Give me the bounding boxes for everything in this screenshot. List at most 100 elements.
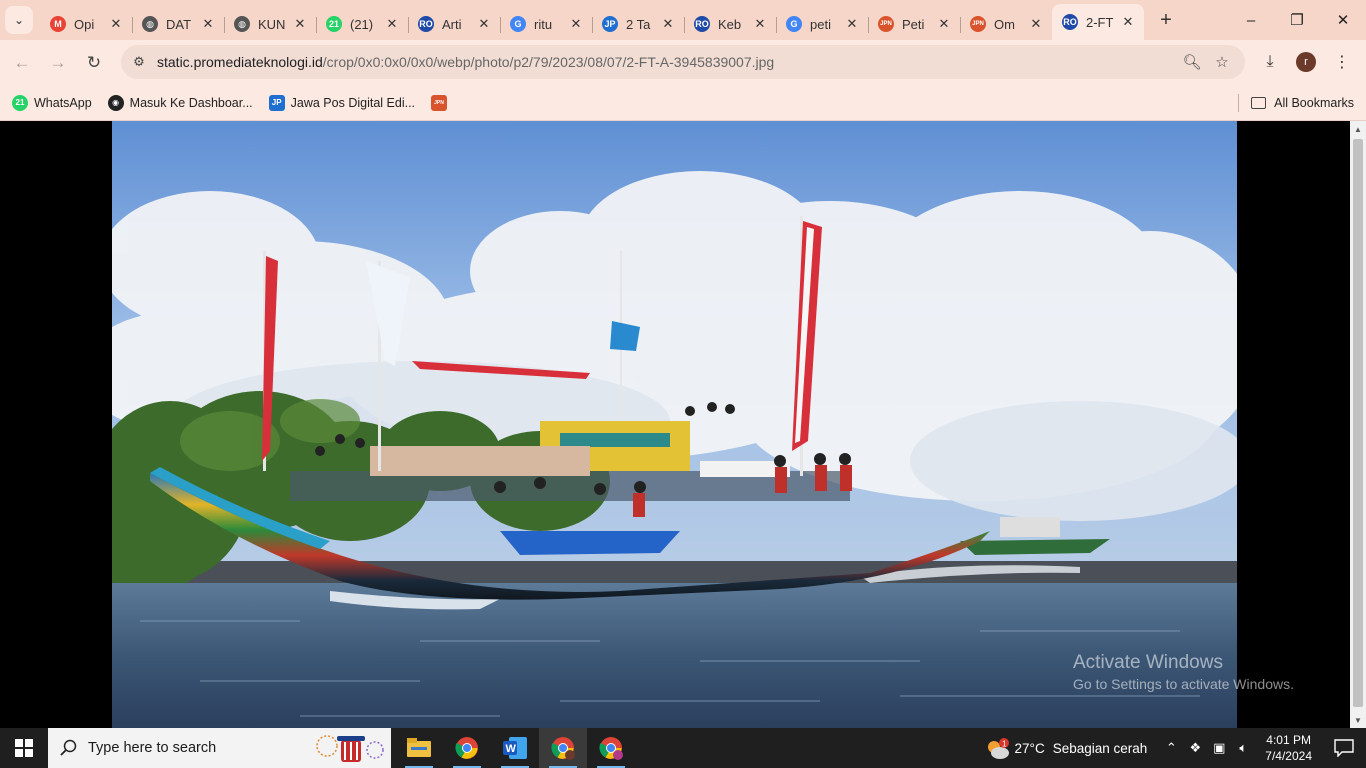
- tab-2[interactable]: ◍ KUN ✕: [224, 8, 316, 40]
- chrome-profile-button[interactable]: [539, 728, 587, 768]
- zoom-icon[interactable]: 🔍︎: [1177, 48, 1207, 76]
- all-bookmarks-label: All Bookmarks: [1274, 95, 1354, 110]
- tab-close-icon[interactable]: ✕: [936, 16, 952, 32]
- bookmark-item[interactable]: 21 WhatsApp: [4, 89, 100, 117]
- windows-taskbar: Type here to search W 1 27°C Sebagian ce…: [0, 728, 1366, 768]
- tab-3[interactable]: 21 (21) ✕: [316, 8, 408, 40]
- security-icon[interactable]: ❖: [1183, 728, 1207, 768]
- minimize-button[interactable]: –: [1228, 0, 1274, 40]
- tab-title: Om: [994, 16, 1015, 32]
- chevron-down-icon: ⌄: [13, 13, 25, 27]
- tab-close-icon[interactable]: ✕: [568, 16, 584, 32]
- weather-temperature: 27°C: [1014, 740, 1045, 756]
- weather-description: Sebagian cerah: [1052, 740, 1148, 756]
- address-bar[interactable]: ⚙ static.promediateknologi.id/crop/0x0:0…: [121, 45, 1245, 79]
- bookmark-item[interactable]: JP Jawa Pos Digital Edi...: [261, 89, 423, 117]
- taskbar-search-box[interactable]: Type here to search: [48, 728, 391, 768]
- word-button[interactable]: W: [491, 728, 539, 768]
- url-text[interactable]: static.promediateknologi.id/crop/0x0:0x0…: [157, 54, 774, 70]
- tab-title: 2-FT: [1086, 14, 1114, 30]
- jpnn-icon: JPN: [878, 16, 894, 32]
- tab-6[interactable]: JP 2 Ta ✕: [592, 8, 684, 40]
- tab-close-icon[interactable]: ✕: [1120, 14, 1136, 30]
- tab-search-button[interactable]: ⌄: [5, 6, 33, 34]
- forward-button[interactable]: →: [40, 45, 76, 81]
- reload-button[interactable]: ↻: [76, 45, 112, 81]
- site-info-icon[interactable]: ⚙: [125, 48, 153, 76]
- start-button[interactable]: [0, 728, 48, 768]
- scrollbar-thumb[interactable]: [1353, 139, 1363, 707]
- scroll-down-arrow-icon[interactable]: ▼: [1350, 712, 1366, 728]
- arrow-left-icon: ←: [13, 52, 31, 72]
- tab-4[interactable]: RO Arti ✕: [408, 8, 500, 40]
- bookmark-label: Masuk Ke Dashboar...: [129, 95, 253, 110]
- reload-icon: ↻: [86, 52, 102, 72]
- profile-button[interactable]: r: [1288, 44, 1324, 80]
- clock[interactable]: 4:01 PM 7/4/2024: [1265, 732, 1312, 764]
- folder-icon: [1251, 96, 1267, 109]
- tab-title: Arti: [442, 16, 462, 32]
- avatar: r: [1296, 52, 1316, 72]
- tab-1[interactable]: ◍ DAT ✕: [132, 8, 224, 40]
- tab-title: ritu: [534, 16, 553, 32]
- bookmark-item[interactable]: JPN: [423, 89, 461, 117]
- browser-toolbar: ← → ↻ ⚙ static.promediateknologi.id/crop…: [0, 40, 1366, 85]
- globe-icon: ◍: [142, 16, 158, 32]
- tab-11[interactable]: RO 2-FT ✕: [1052, 4, 1144, 40]
- tab-close-icon[interactable]: ✕: [384, 16, 400, 32]
- tab-10[interactable]: JPN Om ✕: [960, 8, 1052, 40]
- tab-close-icon[interactable]: ✕: [1028, 16, 1044, 32]
- chrome-button[interactable]: [443, 728, 491, 768]
- whatsapp-icon: 21: [12, 94, 28, 111]
- tab-title: Opi: [74, 16, 95, 32]
- plus-icon: +: [1160, 8, 1172, 31]
- tab-close-icon[interactable]: ✕: [108, 16, 124, 32]
- activate-windows-watermark: Activate Windows Go to Settings to activ…: [1073, 652, 1294, 692]
- tab-close-icon[interactable]: ✕: [660, 16, 676, 32]
- search-icon: [60, 739, 77, 756]
- notification-center-button[interactable]: [1322, 728, 1366, 768]
- google-icon: G: [510, 16, 526, 32]
- tab-close-icon[interactable]: ✕: [476, 16, 492, 32]
- bookmark-item[interactable]: ◉ Masuk Ke Dashboar...: [100, 89, 261, 117]
- radar-icon: RO: [418, 16, 434, 32]
- scroll-up-arrow-icon[interactable]: ▲: [1350, 121, 1366, 137]
- back-button[interactable]: ←: [4, 45, 40, 81]
- url-path: /crop/0x0:0x0/0x0/webp/photo/p2/79/2023/…: [322, 54, 775, 70]
- network-icon[interactable]: ▣: [1207, 728, 1231, 768]
- restore-button[interactable]: ❐: [1274, 0, 1320, 40]
- clock-date: 7/4/2024: [1265, 749, 1312, 763]
- vertical-scrollbar[interactable]: ▲ ▼: [1350, 121, 1366, 728]
- search-placeholder: Type here to search: [88, 740, 217, 756]
- image-viewer: Activate Windows Go to Settings to activ…: [0, 121, 1350, 728]
- menu-kebab-icon[interactable]: ⋮: [1324, 44, 1360, 80]
- new-tab-button[interactable]: +: [1152, 6, 1180, 34]
- tab-close-icon[interactable]: ✕: [752, 16, 768, 32]
- file-explorer-icon: [407, 738, 431, 757]
- all-bookmarks-button[interactable]: All Bookmarks: [1251, 96, 1354, 110]
- tab-close-icon[interactable]: ✕: [844, 16, 860, 32]
- show-hidden-icons-chevron-icon[interactable]: ⌃: [1159, 728, 1183, 768]
- chrome-profile-h-button[interactable]: [587, 728, 635, 768]
- boat-photo[interactable]: [0, 121, 1350, 728]
- tab-0[interactable]: M Opi ✕: [40, 8, 132, 40]
- volume-icon[interactable]: 🔈︎: [1231, 728, 1255, 768]
- tab-8[interactable]: Gpeti ✕: [776, 8, 868, 40]
- tab-close-icon[interactable]: ✕: [200, 16, 216, 32]
- bookmarks-bar: 21 WhatsApp ◉ Masuk Ke Dashboar... JP Jawa Po…: [0, 85, 1366, 121]
- tab-9[interactable]: JPN Peti ✕: [868, 8, 960, 40]
- tab-title: Peti: [902, 16, 925, 32]
- weather-icon: 1: [985, 738, 1009, 759]
- download-icon[interactable]: ⤓: [1252, 44, 1288, 80]
- bookmark-star-icon[interactable]: ☆: [1207, 48, 1237, 76]
- google-icon: G: [786, 16, 802, 32]
- bookmark-label: WhatsApp: [34, 95, 92, 110]
- file-explorer-button[interactable]: [395, 728, 443, 768]
- tab-close-icon[interactable]: ✕: [292, 16, 308, 32]
- tab-5[interactable]: Gritu ✕: [500, 8, 592, 40]
- search-highlight-icon: [316, 735, 384, 762]
- weather-widget[interactable]: 1 27°C Sebagian cerah: [985, 738, 1148, 759]
- close-window-button[interactable]: ✕: [1320, 0, 1366, 40]
- chrome-profile-h-icon: [599, 737, 623, 760]
- tab-7[interactable]: RO Keb ✕: [684, 8, 776, 40]
